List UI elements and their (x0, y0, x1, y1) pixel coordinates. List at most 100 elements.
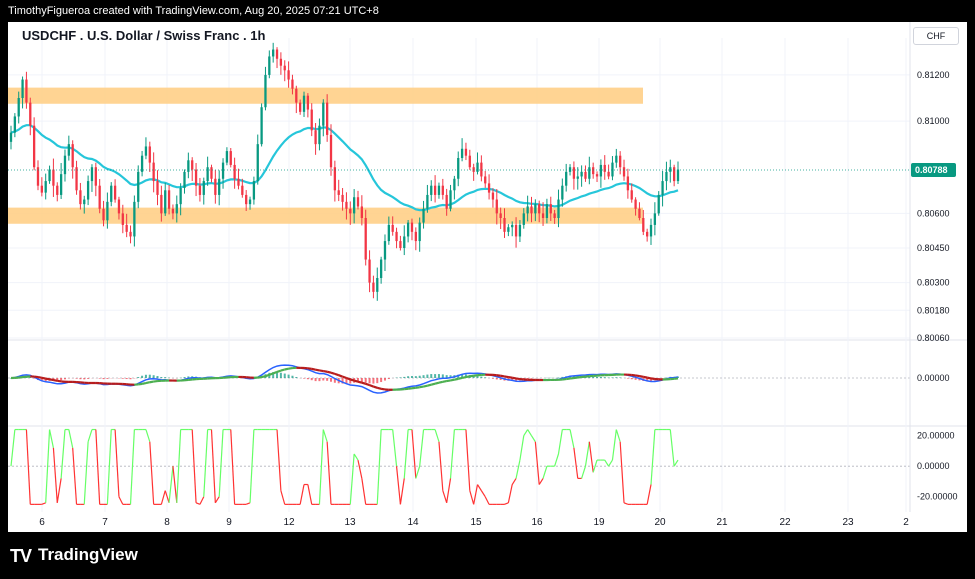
osc-segment (442, 490, 448, 504)
osc-segment (465, 429, 471, 491)
candle-body (391, 224, 394, 232)
macd-signal-segment (53, 379, 58, 382)
candle-body (642, 218, 645, 232)
macd-histogram-bar (129, 378, 132, 380)
macd-histogram-bar (380, 378, 383, 383)
osc-segment (218, 429, 224, 497)
macd-signal-segment (430, 382, 436, 386)
macd-histogram-bar (368, 378, 371, 384)
macd-histogram-bar (330, 378, 333, 382)
macd-histogram-bar (403, 376, 406, 378)
candle-body (191, 160, 194, 170)
candle-body (272, 49, 275, 57)
osc-segment (307, 484, 313, 505)
y-tick-label: 0.80180 (917, 305, 950, 315)
macd-signal-segment (268, 372, 274, 376)
candle-body (241, 185, 244, 195)
x-tick-label: 14 (407, 517, 419, 528)
macd-signal-segment (149, 380, 154, 384)
osc-segment (60, 429, 66, 479)
macd-signal-segment (330, 371, 336, 375)
currency-selector[interactable]: CHF (913, 27, 959, 45)
macd-histogram-bar (75, 378, 78, 379)
brand-name[interactable]: TradingView (38, 545, 138, 565)
osc-segment (604, 459, 610, 467)
macd-histogram-bar (410, 376, 413, 378)
chart-title: USDCHF . U.S. Dollar / Swiss Franc . 1h (22, 28, 266, 43)
x-tick-label: 2 (903, 517, 909, 528)
macd-signal-segment (323, 369, 328, 373)
candle-body (630, 190, 633, 200)
macd-signal-segment (469, 374, 474, 378)
osc-segment (172, 466, 178, 503)
osc-segment (199, 496, 205, 505)
macd-signal-segment (504, 375, 509, 379)
macd-signal-segment (145, 381, 151, 385)
candle-body (198, 185, 202, 195)
osc-segment (203, 429, 209, 497)
candle-body (499, 213, 502, 218)
candle-body (252, 181, 256, 200)
candle-body (125, 224, 128, 232)
macd-signal-segment (37, 376, 43, 379)
macd-signal-segment (141, 381, 147, 385)
macd-signal-segment (57, 379, 62, 383)
candle-body (322, 102, 325, 126)
candle-body (588, 167, 591, 179)
candle-body (210, 167, 213, 179)
osc-segment (299, 484, 305, 505)
footer-bar (0, 532, 975, 579)
macd-histogram-bar (434, 374, 437, 378)
macd-signal-segment (357, 380, 363, 384)
osc-tick-label: 20.00000 (917, 431, 955, 441)
candle-body (71, 144, 74, 168)
macd-signal-segment (465, 375, 471, 379)
candle-body (44, 181, 47, 193)
candle-body (106, 201, 109, 221)
x-tick-label: 16 (531, 517, 543, 528)
candle-body (140, 155, 144, 172)
candle-body (406, 222, 410, 237)
candle-body (17, 98, 20, 117)
candle-body (445, 194, 448, 209)
macd-signal-segment (461, 375, 467, 380)
candle-body (256, 144, 259, 182)
x-tick-label: 15 (470, 517, 482, 528)
macd-signal-segment (450, 378, 455, 382)
macd-signal-segment (265, 373, 270, 378)
osc-segment (376, 429, 382, 505)
macd-histogram-bar (387, 378, 390, 380)
osc-segment (504, 502, 509, 505)
macd-signal-segment (419, 385, 424, 389)
macd-signal-segment (427, 383, 432, 387)
macd-signal-segment (650, 377, 656, 381)
candle-body (156, 181, 159, 195)
osc-segment (230, 429, 236, 505)
macd-signal-segment (423, 384, 428, 388)
candle-body (538, 204, 541, 214)
macd-histogram-bar (611, 377, 614, 378)
x-tick-label: 6 (39, 517, 45, 528)
osc-segment (68, 429, 74, 448)
macd-histogram-bar (322, 378, 325, 381)
chart-canvas[interactable]: 6 7 8 9 12 13 14 15 16 19 20 21 22 23 2 0.81200 0.81000 0… (0, 0, 975, 579)
candle-body (194, 169, 198, 186)
candle-body (622, 167, 626, 177)
osc-segment (523, 429, 529, 436)
macd-histogram-bar (87, 378, 90, 379)
candle-body (98, 185, 101, 209)
osc-segment (581, 466, 587, 479)
osc-segment (149, 441, 155, 505)
macd-histogram-bar (291, 375, 294, 378)
candle-body (545, 204, 549, 218)
osc-segment (557, 429, 563, 455)
candle-body (229, 151, 232, 165)
candle-body (67, 144, 70, 156)
osc-segment (415, 466, 421, 479)
macd-histogram-bar (310, 378, 313, 381)
osc-segment (608, 459, 613, 467)
osc-segment (280, 490, 286, 505)
candle-body (295, 88, 298, 103)
macd-signal-segment (326, 370, 332, 374)
osc-segment (449, 429, 455, 479)
